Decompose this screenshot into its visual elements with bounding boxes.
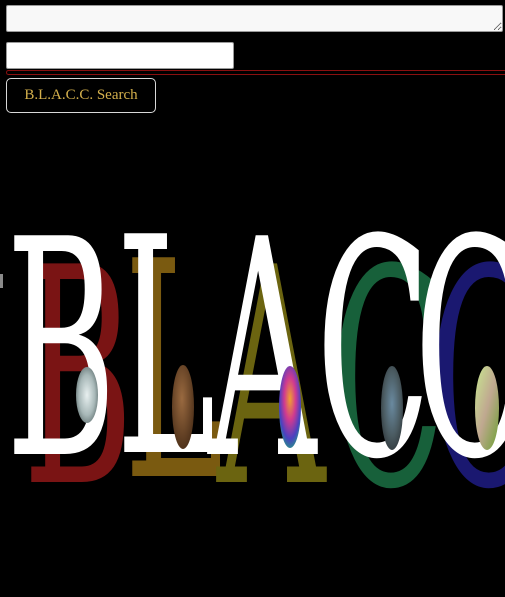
- letter-a-face: A: [207, 230, 318, 490]
- letter-l: L L: [116, 230, 224, 490]
- psychedelic-swirl-icon: [279, 366, 301, 448]
- mosaic-stone-icon: [381, 366, 403, 450]
- query-textarea[interactable]: [6, 5, 503, 32]
- letter-a: A A: [207, 230, 327, 490]
- search-input[interactable]: [6, 42, 234, 69]
- blacc-search-button[interactable]: B.L.A.C.C. Search: [6, 78, 156, 113]
- letter-c-2: C C: [414, 230, 505, 490]
- letter-b-face: B: [6, 230, 116, 490]
- green-leaf-icon: [475, 366, 499, 450]
- page: B.L.A.C.C. Search B B L L A A C C: [0, 0, 505, 597]
- letter-l-face: L: [116, 230, 216, 490]
- blacc-logo-banner: B B L L A A C C: [0, 230, 505, 490]
- horizontal-rule: [6, 70, 505, 75]
- marble-pattern-icon: [76, 367, 98, 423]
- wood-texture-icon: [172, 365, 194, 449]
- letter-b: B B: [6, 230, 133, 490]
- letter-c-2-face: C: [414, 230, 505, 490]
- blacc-logo: B B L L A A C C: [6, 230, 505, 490]
